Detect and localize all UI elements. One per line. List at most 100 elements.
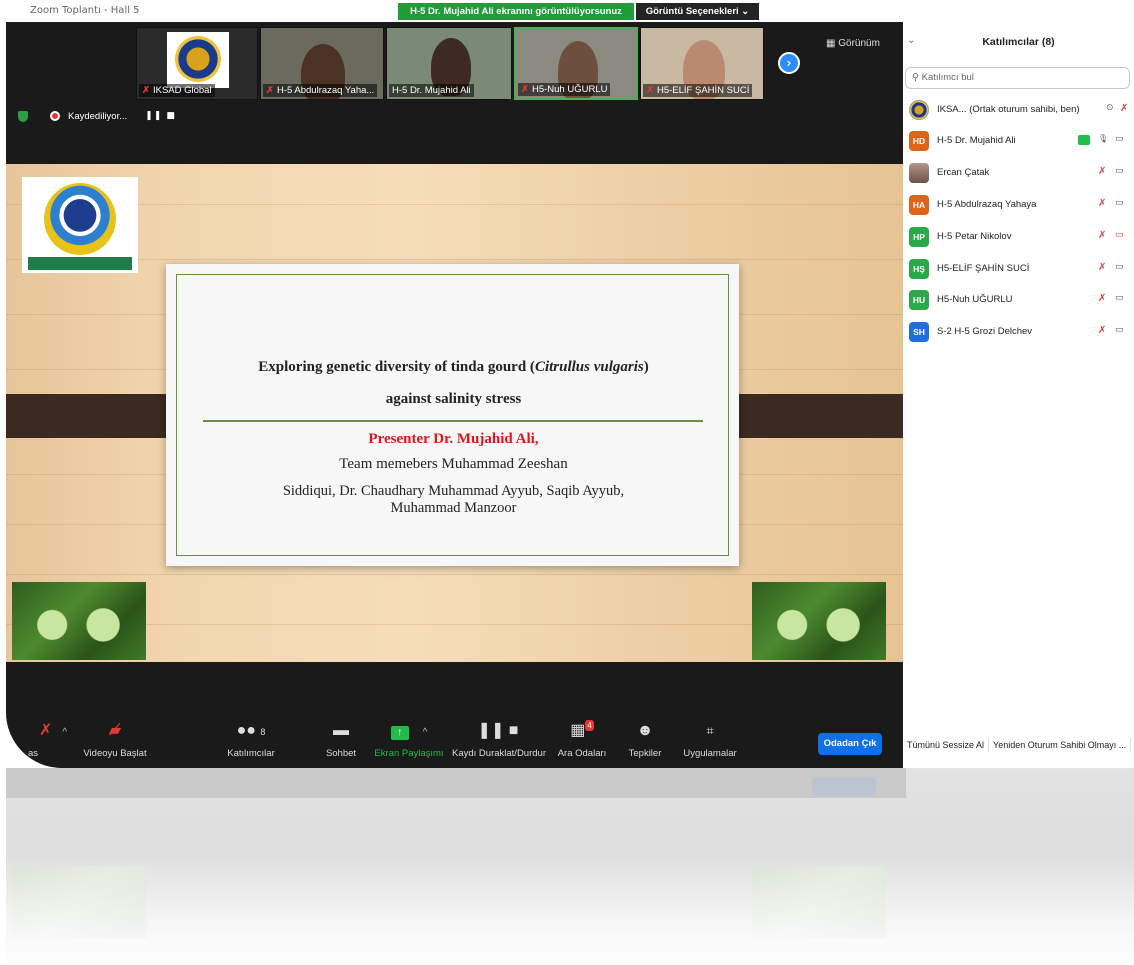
participant-row[interactable]: HP H-5 Petar Nikolov ✗ ▭ xyxy=(903,224,1134,250)
mute-button[interactable]: ✗ ^ as xyxy=(28,720,78,759)
video-thumbnail[interactable]: ✗ H5-ELİF ŞAHİN SUCİ xyxy=(640,27,764,100)
mic-muted-icon: ✗ xyxy=(1098,166,1107,177)
view-button[interactable]: ▦ Görünüm xyxy=(826,38,880,49)
panel-footer: Tümünü Sessize Al Yeniden Oturum Sahibi O… xyxy=(903,738,1134,756)
slide-divider xyxy=(203,420,703,422)
reclaim-host-button[interactable]: Yeniden Oturum Sahibi Olmayı ... xyxy=(989,738,1132,752)
video-off-icon: ▰̸ xyxy=(108,722,122,739)
breakout-rooms-icon: ▦ 4 xyxy=(570,720,594,739)
participant-row[interactable]: HD H-5 Dr. Mujahid Ali 🎙 ▭ xyxy=(903,128,1134,154)
reactions-icon: ☻ xyxy=(636,722,654,739)
participants-button[interactable]: ●● 8 Katılımcılar xyxy=(220,720,282,759)
avatar: HP xyxy=(909,227,929,247)
participant-row[interactable]: SH S-2 H-5 Grozi Delchev ✗ ▭ xyxy=(903,319,1134,345)
slide-content-card: Exploring genetic diversity of tinda gou… xyxy=(166,264,739,566)
slide-presenter: Presenter Dr. Mujahid Ali, xyxy=(368,431,539,447)
participant-name: S-2 H-5 Grozi Delchev xyxy=(937,326,1033,337)
slide-decor-bar-left xyxy=(6,394,184,438)
mic-muted-icon: ✗ xyxy=(142,85,150,96)
record-dot-icon xyxy=(50,111,60,121)
zoom-meeting-window: Zoom Toplantı - Hall 5 H-5 Dr. Mujahid A… xyxy=(6,0,906,768)
participant-name: H5-ELİF ŞAHİN SUCİ xyxy=(937,263,1030,274)
options-icon[interactable]: ⊙ xyxy=(1106,103,1114,113)
window-title: Zoom Toplantı - Hall 5 xyxy=(30,5,140,16)
chat-button[interactable]: ▬ Sohbet xyxy=(318,720,364,759)
participants-icon: ●● 8 xyxy=(236,722,266,739)
participant-row[interactable]: Ercan Çatak ✗ ▭ xyxy=(903,160,1134,186)
camera-icon: ▭ xyxy=(1115,198,1124,208)
mic-muted-icon: ✗ xyxy=(1098,293,1107,304)
slide-title-line2: against salinity stress xyxy=(385,391,522,407)
mute-all-button[interactable]: Tümünü Sessize Al xyxy=(903,738,990,752)
screen-share-banner: H-5 Dr. Mujahid Ali ekranını görüntülüyo… xyxy=(398,3,634,20)
camera-icon: ▭ xyxy=(1115,134,1124,144)
mic-muted-icon: ✗ xyxy=(1098,325,1107,336)
recording-controls[interactable]: ❚❚ ■ xyxy=(145,111,176,121)
video-thumbnail[interactable]: H-5 Dr. Mujahid Ali xyxy=(386,27,512,100)
sharing-screen-icon xyxy=(1078,135,1090,145)
mic-muted-icon: ✗ xyxy=(266,85,274,96)
participant-search-input[interactable]: ⚲ Katılımcı bul xyxy=(905,67,1130,89)
mic-muted-icon: ✗ xyxy=(646,85,654,96)
slide-team-line1: Team memebers Muhammad Zeeshan xyxy=(339,456,568,472)
participants-panel: — ☐ ⌄ Katılımcılar (8) ⚲ Katılımcı bul I… xyxy=(903,0,1134,768)
breakout-rooms-button[interactable]: ▦ 4 Ara Odaları xyxy=(554,720,610,759)
share-screen-icon: ↑ ^ xyxy=(372,720,446,742)
start-video-button[interactable]: ▰̸ Videoyu Başlat xyxy=(80,720,150,759)
iksad-logo xyxy=(167,32,229,88)
panel-title: Katılımcılar (8) xyxy=(982,36,1055,48)
participant-name: H-5 Abdulrazaq Yahaya xyxy=(937,199,1037,210)
camera-icon: ▭ xyxy=(1115,166,1124,176)
recording-indicator: Kaydediliyor... ❚❚ ■ xyxy=(18,107,176,125)
recording-status: Kaydediliyor... xyxy=(68,110,128,122)
mic-muted-icon: ✗ xyxy=(1098,262,1107,273)
leave-meeting-button[interactable]: Odadan Çık xyxy=(818,733,882,755)
participant-name: H-5 Petar Nikolov xyxy=(937,231,1012,242)
shield-icon xyxy=(18,110,28,122)
participant-row[interactable]: HA H-5 Abdulrazaq Yahaya ✗ ▭ xyxy=(903,192,1134,218)
meeting-toolbar: ✗ ^ as ▰̸ Videoyu Başlat ●● 8 Katılımcıla… xyxy=(6,716,906,768)
screen: Zoom Toplantı - Hall 5 H-5 Dr. Mujahid A… xyxy=(0,0,1134,965)
share-screen-button[interactable]: ↑ ^ Ekran Paylaşımı xyxy=(372,720,446,759)
camera-off-icon: ▭ xyxy=(1115,230,1124,240)
camera-icon: ▭ xyxy=(1115,262,1124,272)
slide-decor-bar-right xyxy=(714,394,906,438)
avatar: HU xyxy=(909,290,929,310)
video-thumbnail-active-speaker[interactable]: ✗ H5-Nuh UĞURLU xyxy=(514,27,638,100)
slide-title: Exploring genetic diversity of tinda gou… xyxy=(258,359,649,375)
camera-icon: ▭ xyxy=(1115,293,1124,303)
next-page-arrow-icon[interactable]: › xyxy=(778,52,800,74)
window-reflection xyxy=(6,768,1134,965)
mic-on-icon: 🎙 xyxy=(1098,134,1109,143)
mic-muted-icon: ✗ xyxy=(1098,198,1107,209)
pause-stop-icon: ❚❚ ■ xyxy=(477,722,519,739)
reactions-button[interactable]: ☻ Tepkiler xyxy=(620,720,670,759)
mic-muted-icon: ✗ xyxy=(1098,230,1107,241)
apps-icon: ⌗ xyxy=(706,723,714,738)
tinda-gourd-image-left xyxy=(12,582,146,660)
participant-row[interactable]: IKSA... (Ortak oturum sahibi, ben) ✗ ⊙ xyxy=(903,97,1134,123)
apps-button[interactable]: ⌗ Uygulamalar xyxy=(678,720,742,759)
pause-stop-recording-button[interactable]: ❚❚ ■ Kaydı Duraklat/Durdur xyxy=(452,720,546,759)
participant-name: IKSA... (Ortak oturum sahibi, ben) xyxy=(937,104,1080,115)
mic-muted-icon: ✗ ^ xyxy=(38,722,68,739)
avatar xyxy=(909,163,929,183)
view-options-button[interactable]: Görüntü Seçenekleri ⌄ xyxy=(636,3,759,20)
mic-muted-icon: ✗ xyxy=(1120,103,1129,114)
participant-row[interactable]: HU H5-Nuh UĞURLU ✗ ▭ xyxy=(903,287,1134,313)
mic-muted-icon: ✗ xyxy=(521,84,529,95)
camera-icon: ▭ xyxy=(1115,325,1124,335)
participant-name: H5-Nuh UĞURLU xyxy=(937,294,1013,305)
tinda-gourd-image-right xyxy=(752,582,886,660)
avatar: HA xyxy=(909,195,929,215)
avatar xyxy=(909,100,929,120)
participant-name: H-5 Dr. Mujahid Ali xyxy=(937,135,1016,146)
participant-row[interactable]: HŞ H5-ELİF ŞAHİN SUCİ ✗ ▭ xyxy=(903,256,1134,282)
slide-team-line3: Muhammad Manzoor xyxy=(390,500,517,516)
video-thumbnail[interactable]: ✗ H-5 Abdulrazaq Yaha... xyxy=(260,27,384,100)
shared-screen-slide: Exploring genetic diversity of tinda gou… xyxy=(6,164,906,662)
avatar: SH xyxy=(909,322,929,342)
panel-header: ⌄ Katılımcılar (8) xyxy=(903,30,1134,60)
slide-team-line2: Siddiqui, Dr. Chaudhary Muhammad Ayyub, … xyxy=(282,483,625,499)
video-thumbnail[interactable]: ✗ IKSAD Global xyxy=(136,27,258,100)
